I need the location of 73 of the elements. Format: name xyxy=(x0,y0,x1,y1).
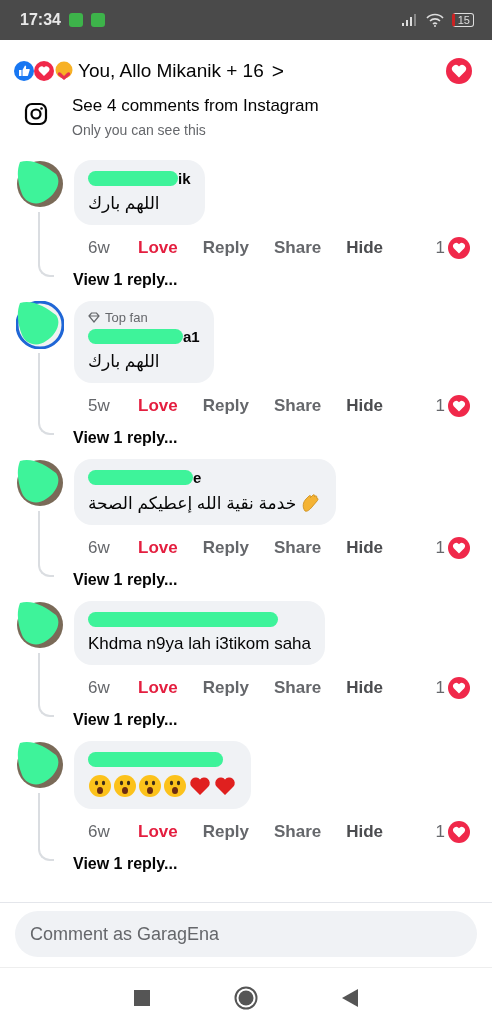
reply-link[interactable]: Reply xyxy=(202,678,249,698)
like-icon xyxy=(14,61,34,81)
wifi-icon xyxy=(425,13,444,27)
love-link[interactable]: Love xyxy=(138,238,178,258)
comment-text: خدمة نقية الله إعطيكم الصحة xyxy=(88,492,297,514)
reaction-count: 1 xyxy=(435,822,445,842)
comment-time: 6w xyxy=(88,538,111,558)
reply-link[interactable]: Reply xyxy=(202,396,249,416)
reaction-count: 1 xyxy=(435,238,445,258)
instagram-icon xyxy=(24,102,48,126)
notification-icon xyxy=(68,13,83,27)
thread-line xyxy=(38,212,54,277)
redacted-avatar-drawing[interactable] xyxy=(16,301,64,349)
redacted-avatar-drawing[interactable] xyxy=(16,160,64,208)
share-link[interactable]: Share xyxy=(274,678,322,698)
share-link[interactable]: Share xyxy=(274,538,322,558)
home-button[interactable] xyxy=(234,986,258,1010)
comment-text: اللهم بارك xyxy=(88,193,160,214)
redacted-avatar-drawing[interactable] xyxy=(16,741,64,789)
thread-line xyxy=(38,653,54,717)
comment-time: 6w xyxy=(88,822,111,842)
instagram-comments-link[interactable]: See 4 comments from Instagram xyxy=(72,96,319,116)
reaction-count: 1 xyxy=(435,678,445,698)
hugging-face-icon xyxy=(54,61,74,81)
love-link[interactable]: Love xyxy=(138,678,178,698)
share-link[interactable]: Share xyxy=(274,822,322,842)
hide-link[interactable]: Hide xyxy=(346,396,384,416)
comment-field[interactable]: Comment as GaragEna xyxy=(15,911,477,957)
reply-link[interactable]: Reply xyxy=(202,538,249,558)
redacted-avatar-drawing[interactable] xyxy=(16,601,64,649)
hide-link[interactable]: Hide xyxy=(346,538,384,558)
surprised-face-icon xyxy=(138,774,162,798)
thread-line xyxy=(38,511,54,577)
commenter-name[interactable]: a1 xyxy=(183,327,200,345)
comment-text: اللهم بارك xyxy=(88,351,160,372)
back-button[interactable] xyxy=(342,989,358,1007)
surprised-face-icon xyxy=(163,774,187,798)
battery-level: 15 xyxy=(451,13,474,27)
top-fan-label: Top fan xyxy=(105,310,148,325)
surprised-face-icon xyxy=(88,774,112,798)
signal-icon xyxy=(401,14,418,26)
privacy-note: Only you can see this xyxy=(72,122,207,138)
love-link[interactable]: Love xyxy=(138,538,178,558)
love-link[interactable]: Love xyxy=(138,396,178,416)
commenter-name[interactable]: ik xyxy=(178,169,191,187)
hide-link[interactable]: Hide xyxy=(346,822,384,842)
chevron-icon[interactable]: > xyxy=(271,59,284,83)
view-replies-link[interactable]: View 1 reply... xyxy=(73,711,492,729)
clock: 17:34 xyxy=(20,11,61,29)
diamond-icon xyxy=(88,312,100,323)
hide-link[interactable]: Hide xyxy=(346,238,384,258)
surprised-face-icon xyxy=(113,774,137,798)
commenter-name[interactable]: e xyxy=(193,468,202,486)
comment-time: 6w xyxy=(88,238,111,258)
reply-link[interactable]: Reply xyxy=(202,822,249,842)
comment-text: Khdma n9ya lah i3tikom saha xyxy=(88,634,312,654)
redacted-avatar-drawing[interactable] xyxy=(16,459,64,507)
reaction-count: 1 xyxy=(435,538,445,558)
share-link[interactable]: Share xyxy=(274,238,322,258)
view-replies-link[interactable]: View 1 reply... xyxy=(73,271,492,289)
comment-time: 5w xyxy=(88,396,111,416)
thread-line xyxy=(38,793,54,861)
love-link[interactable]: Love xyxy=(138,822,178,842)
view-replies-link[interactable]: View 1 reply... xyxy=(73,429,492,447)
reaction-count: 1 xyxy=(435,396,445,416)
reactions-summary[interactable]: You, Allo Mikanik + 16 xyxy=(78,60,264,82)
reply-link[interactable]: Reply xyxy=(202,238,249,258)
view-replies-link[interactable]: View 1 reply... xyxy=(73,855,492,873)
hide-link[interactable]: Hide xyxy=(346,678,384,698)
view-replies-link[interactable]: View 1 reply... xyxy=(73,571,492,589)
share-link[interactable]: Share xyxy=(274,396,322,416)
chat-notification-icon xyxy=(90,13,105,27)
comment-time: 6w xyxy=(88,678,111,698)
